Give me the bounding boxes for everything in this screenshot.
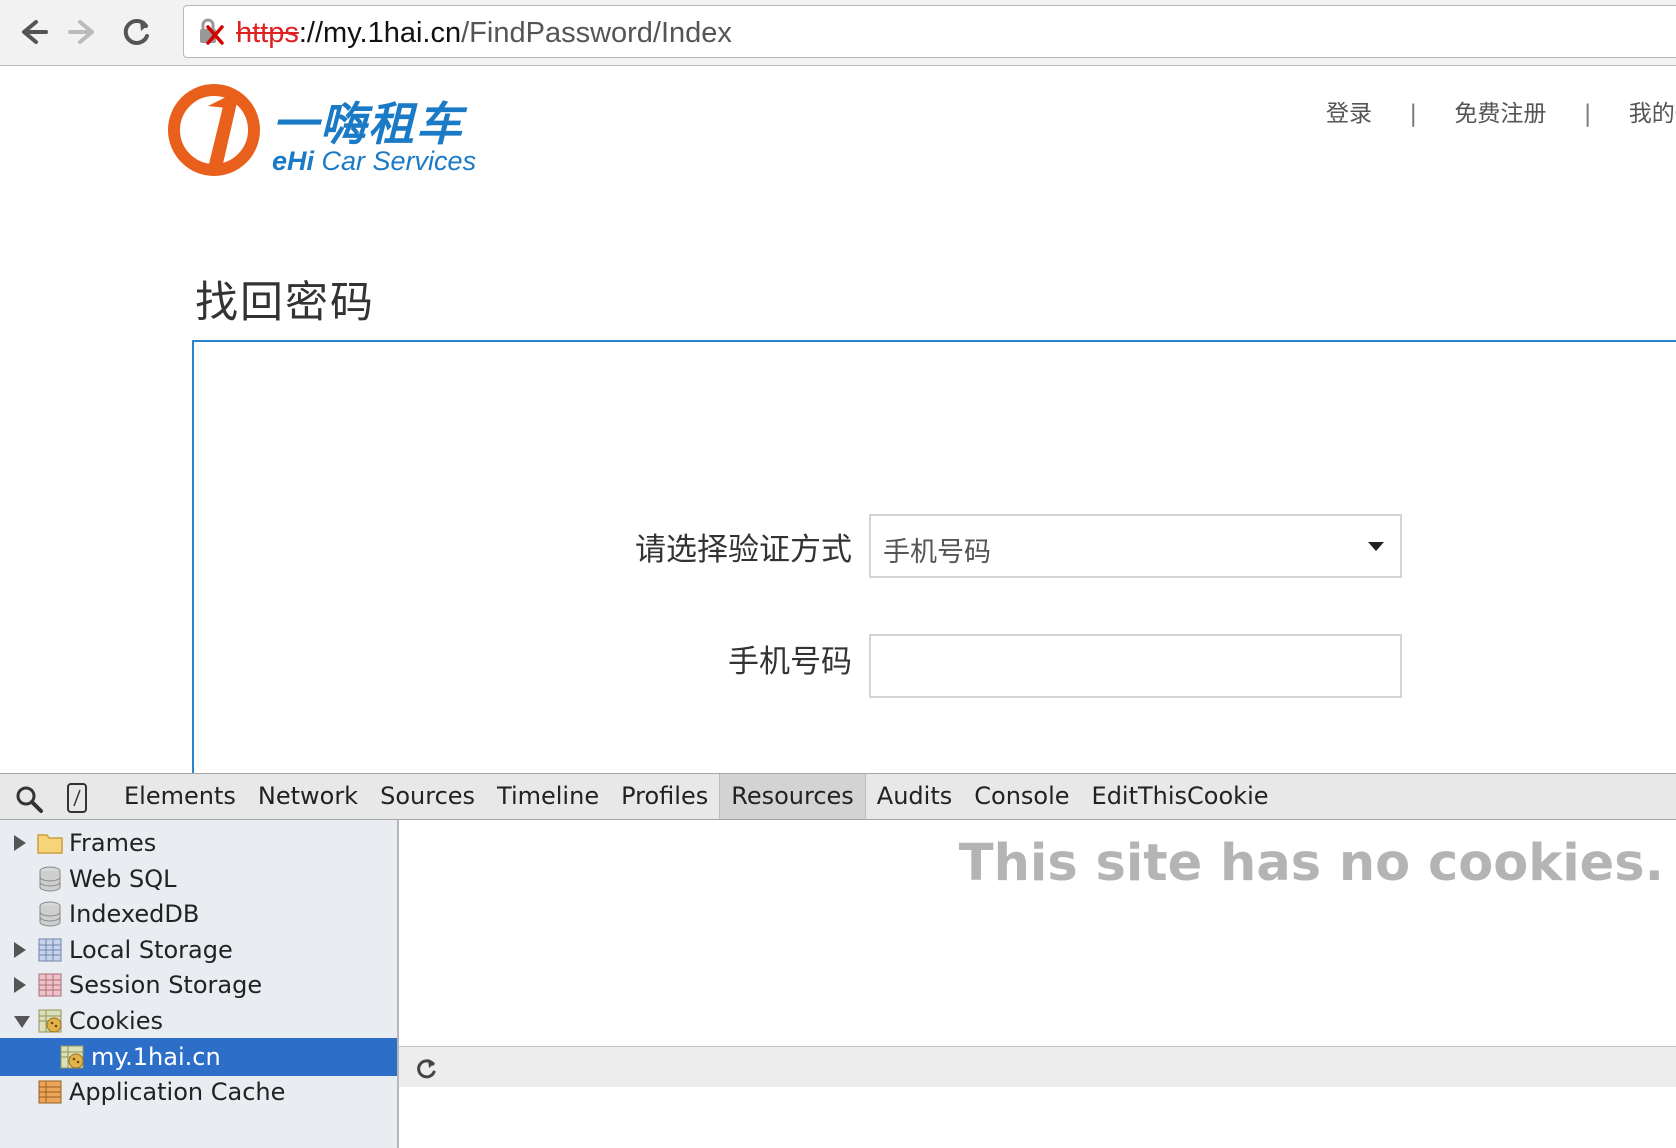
cookie-icon [36,1007,64,1035]
folder-icon [36,829,64,857]
login-link[interactable]: 登录 [1326,94,1372,128]
tab-profiles[interactable]: Profiles [610,774,719,819]
nav-separator: | [1409,101,1418,127]
devtools-panel: Elements Network Sources Timeline Profiles Re… [0,773,1676,1148]
tree-item-session-storage[interactable]: Session Storage [0,966,397,1004]
disclosure-collapsed-icon[interactable] [14,977,26,993]
ehi-logo-mark-icon [168,82,264,178]
reload-icon[interactable] [116,12,156,52]
tree-item-label: Local Storage [69,936,233,964]
app-cache-icon [36,1078,64,1106]
cookies-view: This site has no cookies. [399,820,1676,1148]
logo-en-text: eHi Car Services [272,146,476,177]
tree-item-label: Frames [69,829,157,857]
tree-item-label: Web SQL [69,865,177,893]
tab-editthiscookie[interactable]: EditThisCookie [1081,774,1280,819]
database-icon [36,900,64,928]
tree-item-my-1hai-cn[interactable]: my.1hai.cn [0,1038,397,1076]
session-grid-icon [36,971,64,999]
tree-item-indexeddb[interactable]: IndexedDB [0,895,397,933]
storage-grid-icon [36,936,64,964]
empty-message: This site has no cookies. [958,834,1664,893]
cookie-icon [58,1043,86,1071]
chevron-down-icon [1368,542,1384,551]
address-bar[interactable]: https://my.1hai.cn/FindPassword/Index [183,5,1676,58]
url-text[interactable]: https://my.1hai.cn/FindPassword/Index [236,16,732,50]
phone-input[interactable] [869,634,1402,698]
url-host: ://my.1hai.cn [298,17,462,49]
tab-resources[interactable]: Resources [719,774,866,819]
resources-sidebar: Frames Web SQL IndexedDB Local Storage Sessi… [0,820,399,1148]
devtools-status-bar [399,1046,1676,1087]
tree-item-label: Cookies [69,1007,163,1035]
tree-item-label: Session Storage [69,971,263,999]
disclosure-expanded-icon[interactable] [14,1016,30,1028]
tab-network[interactable]: Network [247,774,369,819]
tab-sources[interactable]: Sources [369,774,486,819]
url-scheme: https [236,17,299,49]
device-mode-icon[interactable] [66,782,88,814]
tab-elements[interactable]: Elements [113,774,247,819]
verify-method-select[interactable]: 手机号码 [869,514,1402,578]
tab-timeline[interactable]: Timeline [486,774,610,819]
page-title: 找回密码 [195,278,375,328]
top-nav: 登录 | 免费注册 | 我的一嗨 [1326,94,1676,128]
tree-item-web-sql[interactable]: Web SQL [0,860,397,898]
url-path: /FindPassword/Index [461,17,732,49]
verify-method-label: 请选择验证方式 [635,532,852,568]
site-logo[interactable]: 一嗨租车 eHi Car Services [168,82,498,182]
tree-item-label: IndexedDB [69,900,200,928]
refresh-icon[interactable] [415,1057,439,1081]
phone-label: 手机号码 [728,644,852,680]
disclosure-collapsed-icon[interactable] [14,835,26,851]
tree-item-application-cache[interactable]: Application Cache [0,1073,397,1111]
nav-separator: | [1583,101,1592,127]
verify-method-value: 手机号码 [883,537,991,568]
my-account-link[interactable]: 我的一嗨 [1629,94,1676,128]
tree-item-label: my.1hai.cn [91,1043,221,1071]
web-page: 一嗨租车 eHi Car Services 登录 | 免费注册 | 我的一嗨 找… [0,66,1676,773]
tree-item-local-storage[interactable]: Local Storage [0,931,397,969]
forward-arrow-icon[interactable] [64,12,104,52]
logo-cn-text: 一嗨租车 [272,97,464,151]
logo-en-rest: Car Services [314,146,477,176]
logo-en-brand: eHi [272,146,315,176]
back-arrow-icon[interactable] [12,12,52,52]
tab-audits[interactable]: Audits [866,774,963,819]
devtools-tabs: Elements Network Sources Timeline Profiles Re… [113,774,1280,819]
tree-item-label: Application Cache [69,1078,286,1106]
tab-console[interactable]: Console [963,774,1080,819]
database-icon [36,865,64,893]
browser-toolbar: https://my.1hai.cn/FindPassword/Index [0,0,1676,66]
devtools-tabbar: Elements Network Sources Timeline Profiles Re… [0,773,1676,820]
search-icon[interactable] [14,784,44,814]
tree-item-cookies[interactable]: Cookies [0,1002,397,1040]
insecure-lock-icon[interactable] [196,17,226,47]
tree-item-frames[interactable]: Frames [0,824,397,862]
disclosure-collapsed-icon[interactable] [14,942,26,958]
register-link[interactable]: 免费注册 [1454,94,1546,128]
